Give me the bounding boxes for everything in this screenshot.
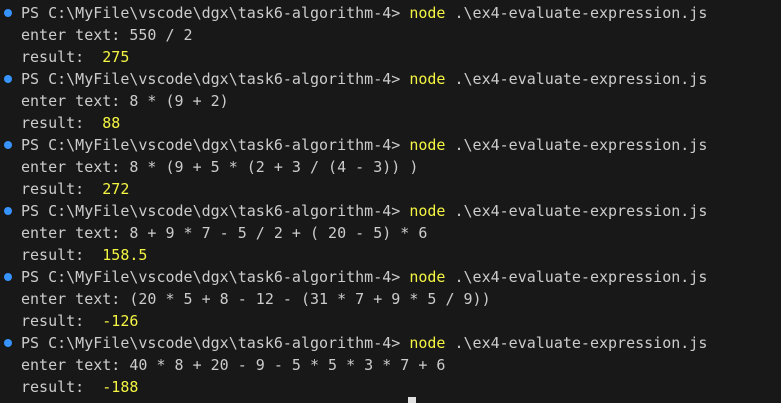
input-expression: 550 / 2 (129, 26, 193, 44)
command-args: .\ex4-evaluate-expression.js (445, 4, 708, 22)
command-status-dot-icon[interactable] (4, 75, 12, 83)
result-line: result: -126 (0, 310, 781, 332)
input-label: enter text: (21, 26, 130, 44)
prompt-path: PS C:\MyFile\vscode\dgx\task6-algorithm-… (21, 202, 410, 220)
result-label: result: (21, 246, 103, 264)
result-value: 88 (102, 114, 121, 132)
prompt-path: PS C:\MyFile\vscode\dgx\task6-algorithm-… (21, 136, 410, 154)
command-args: .\ex4-evaluate-expression.js (445, 202, 708, 220)
input-expression: (20 * 5 + 8 - 12 - (31 * 7 + 9 * 5 / 9)) (129, 290, 491, 308)
input-label: enter text: (21, 92, 130, 110)
input-label: enter text: (21, 290, 130, 308)
input-line: enter text: 8 + 9 * 7 - 5 / 2 + ( 20 - 5… (0, 222, 781, 244)
prompt-path: PS C:\MyFile\vscode\dgx\task6-algorithm-… (21, 70, 410, 88)
prompt-line: PS C:\MyFile\vscode\dgx\task6-algorithm-… (0, 200, 781, 222)
result-value: -188 (102, 378, 139, 396)
prompt-path: PS C:\MyFile\vscode\dgx\task6-algorithm-… (21, 268, 410, 286)
result-value: 275 (102, 48, 130, 66)
result-label: result: (21, 378, 103, 396)
result-line: result: -188 (0, 376, 781, 398)
command-name: node (409, 70, 446, 88)
command-status-dot-icon[interactable] (4, 207, 12, 215)
prompt-line: PS C:\MyFile\vscode\dgx\task6-algorithm-… (0, 266, 781, 288)
result-line: result: 272 (0, 178, 781, 200)
command-status-dot-icon[interactable] (4, 141, 12, 149)
result-value: 158.5 (102, 246, 148, 264)
command-name: node (409, 202, 446, 220)
input-expression: 8 + 9 * 7 - 5 / 2 + ( 20 - 5) * 6 (129, 224, 428, 242)
result-value: -126 (102, 312, 139, 330)
command-name: node (409, 4, 446, 22)
command-status-dot-icon[interactable] (4, 9, 12, 17)
terminal-output[interactable]: PS C:\MyFile\vscode\dgx\task6-algorithm-… (0, 2, 781, 403)
command-status-dot-icon[interactable] (4, 339, 12, 347)
command-status-dot-icon[interactable] (4, 273, 12, 281)
result-label: result: (21, 312, 103, 330)
result-label: result: (21, 114, 103, 132)
input-line: enter text: 40 * 8 + 20 - 9 - 5 * 5 * 3 … (0, 354, 781, 376)
prompt-line: PS C:\MyFile\vscode\dgx\task6-algorithm-… (0, 134, 781, 156)
prompt-line: PS C:\MyFile\vscode\dgx\task6-algorithm-… (0, 68, 781, 90)
input-expression: 40 * 8 + 20 - 9 - 5 * 5 * 3 * 7 + 6 (129, 356, 446, 374)
terminal-cursor (408, 397, 416, 403)
prompt-path: PS C:\MyFile\vscode\dgx\task6-algorithm-… (21, 4, 410, 22)
command-name: node (409, 334, 446, 352)
input-label: enter text: (21, 224, 130, 242)
result-value: 272 (102, 180, 130, 198)
result-label: result: (21, 180, 103, 198)
input-line: enter text: (20 * 5 + 8 - 12 - (31 * 7 +… (0, 288, 781, 310)
result-line: result: 275 (0, 46, 781, 68)
input-expression: 8 * (9 + 2) (129, 92, 229, 110)
command-args: .\ex4-evaluate-expression.js (445, 136, 708, 154)
command-name: node (409, 136, 446, 154)
result-line: result: 88 (0, 112, 781, 134)
command-args: .\ex4-evaluate-expression.js (445, 268, 708, 286)
input-expression: 8 * (9 + 5 * (2 + 3 / (4 - 3)) ) (129, 158, 419, 176)
command-args: .\ex4-evaluate-expression.js (445, 70, 708, 88)
result-line: result: 158.5 (0, 244, 781, 266)
prompt-line: PS C:\MyFile\vscode\dgx\task6-algorithm-… (0, 2, 781, 24)
input-label: enter text: (21, 158, 130, 176)
command-name: node (409, 268, 446, 286)
input-label: enter text: (21, 356, 130, 374)
command-args: .\ex4-evaluate-expression.js (445, 334, 708, 352)
input-line: enter text: 8 * (9 + 2) (0, 90, 781, 112)
prompt-path: PS C:\MyFile\vscode\dgx\task6-algorithm-… (21, 334, 410, 352)
input-line: enter text: 8 * (9 + 5 * (2 + 3 / (4 - 3… (0, 156, 781, 178)
prompt-line: PS C:\MyFile\vscode\dgx\task6-algorithm-… (0, 332, 781, 354)
result-label: result: (21, 48, 103, 66)
input-line: enter text: 550 / 2 (0, 24, 781, 46)
